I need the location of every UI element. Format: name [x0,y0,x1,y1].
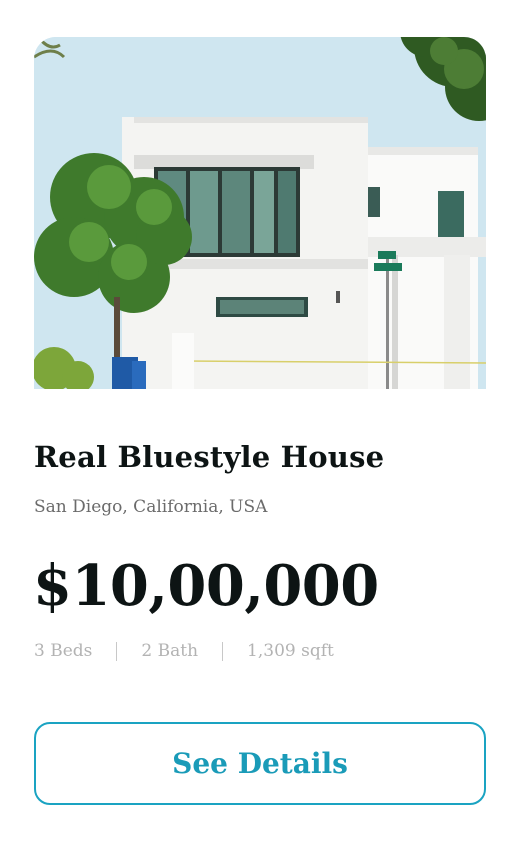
bath-count: 2 Bath [141,641,199,661]
see-details-button[interactable]: See Details [34,722,486,805]
property-price: $10,00,000 [33,553,379,619]
spec-divider [222,641,224,661]
spec-divider [116,641,118,661]
property-title: Real Bluestyle House [34,440,385,474]
beds-count: 3 Beds [34,641,93,661]
property-specs: 3 Beds 2 Bath 1,309 sqft [34,641,334,661]
property-card: Real Bluestyle House San Diego, Californ… [0,0,520,841]
property-photo [34,37,486,389]
property-location: San Diego, California, USA [34,497,268,517]
area-size: 1,309 sqft [247,641,334,661]
